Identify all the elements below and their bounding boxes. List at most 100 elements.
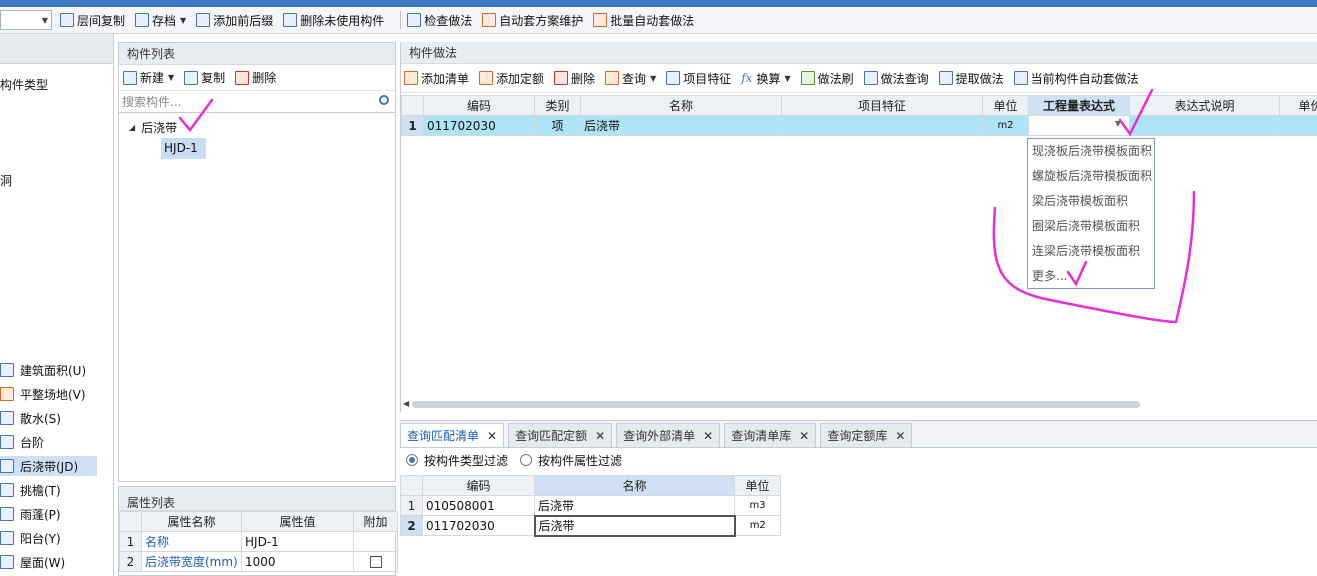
- cell-description[interactable]: [1129, 115, 1280, 136]
- check-method-button[interactable]: 检查做法: [407, 12, 472, 29]
- cell-type[interactable]: 项: [534, 115, 581, 136]
- layer-copy-button[interactable]: 层间复制: [60, 12, 125, 29]
- chevron-down-icon: ▼: [180, 15, 187, 25]
- archive-icon: [135, 13, 150, 27]
- table-row[interactable]: 2 011702030 后浇带 m2: [400, 514, 781, 537]
- sidebar-item-apron[interactable]: 散水(S): [0, 408, 97, 428]
- batch-auto-button[interactable]: 批量自动套做法: [593, 12, 694, 29]
- filter-by-attr-radio[interactable]: [520, 454, 533, 466]
- add-prefix-suffix-button[interactable]: 添加前后缀: [196, 12, 273, 29]
- column-header: 单位: [982, 95, 1029, 116]
- cell-name[interactable]: 后浇带: [534, 495, 735, 516]
- tab-match-quota[interactable]: 查询匹配定额 ✕: [508, 423, 613, 447]
- cell-code[interactable]: 011702030: [423, 115, 535, 136]
- method-brush-button[interactable]: 做法刷: [800, 70, 854, 87]
- chevron-down-icon: ▼: [650, 73, 657, 83]
- dropdown-option[interactable]: 现浇板后浇带模板面积: [1028, 139, 1154, 164]
- add-prefix-suffix-label: 添加前后缀: [213, 13, 274, 28]
- dropdown-option[interactable]: 圈梁后浇带模板面积: [1028, 214, 1154, 239]
- query-button[interactable]: 查询 ▼: [605, 70, 656, 87]
- close-icon[interactable]: ✕: [703, 429, 713, 443]
- sidebar-item-canopy[interactable]: 雨蓬(P): [0, 504, 97, 524]
- check-method-label: 检查做法: [424, 13, 473, 28]
- panel-title: 构件做法: [401, 42, 1317, 64]
- add-bill-button[interactable]: 添加清单: [404, 70, 469, 87]
- floor-select[interactable]: ▼: [0, 10, 52, 30]
- item-feature-button[interactable]: 项目特征: [666, 70, 731, 87]
- filter-by-type-radio[interactable]: [406, 454, 418, 466]
- copy-label: 复制: [201, 71, 226, 85]
- chevron-down-icon[interactable]: ▼: [1115, 119, 1121, 128]
- row-number: 1: [119, 531, 142, 552]
- sidebar-item-leveling[interactable]: 平整场地(V): [0, 384, 97, 404]
- collapse-triangle-icon[interactable]: ◢: [129, 123, 135, 132]
- delete-unused-button[interactable]: 删除未使用构件: [283, 12, 384, 29]
- method-query-icon: [863, 71, 878, 85]
- cell-unit[interactable]: m2: [982, 115, 1029, 136]
- cell-feature[interactable]: [781, 115, 983, 136]
- attr-value[interactable]: 1000: [241, 551, 354, 572]
- method-query-button[interactable]: 做法查询: [863, 70, 929, 87]
- cell-name[interactable]: 后浇带: [580, 115, 782, 136]
- dropdown-option[interactable]: 梁后浇带模板面积: [1028, 189, 1154, 214]
- sidebar-item-roof[interactable]: 屋面(W): [0, 552, 97, 572]
- close-icon[interactable]: ✕: [895, 429, 905, 443]
- cell-price[interactable]: [1279, 115, 1317, 136]
- panel-title: 属性列表: [119, 487, 395, 511]
- tree-item-partial[interactable]: 洞: [0, 172, 12, 189]
- tree-item-post-pour-strip[interactable]: ◢ 后浇带: [129, 119, 177, 136]
- dropdown-option-more[interactable]: 更多...: [1028, 264, 1154, 289]
- attach-checkbox[interactable]: [369, 555, 382, 568]
- attr-value[interactable]: HJD-1: [241, 531, 354, 552]
- current-auto-method-button[interactable]: 当前构件自动套做法: [1013, 70, 1139, 87]
- convert-button[interactable]: fx 换算 ▼: [741, 70, 790, 87]
- close-icon[interactable]: ✕: [487, 429, 497, 443]
- method-delete-button[interactable]: 删除: [554, 70, 595, 87]
- tab-external-bill[interactable]: 查询外部清单 ✕: [616, 423, 721, 447]
- cell-unit[interactable]: m2: [734, 515, 781, 536]
- row-number: 2: [400, 515, 423, 536]
- sidebar-item-label: 后浇带(JD): [20, 459, 79, 474]
- extract-method-label: 提取做法: [955, 71, 1004, 86]
- tab-label: 查询外部清单: [623, 429, 696, 443]
- tab-match-bill[interactable]: 查询匹配清单 ✕: [400, 423, 505, 447]
- cell-unit[interactable]: m3: [734, 495, 781, 516]
- auto-scheme-button[interactable]: 自动套方案维护: [482, 12, 583, 29]
- table-row[interactable]: 1 010508001 后浇带 m3: [400, 495, 781, 516]
- sidebar-item-post-pour-strip[interactable]: 后浇带(JD): [0, 456, 97, 476]
- scroll-left-icon[interactable]: ◀: [403, 399, 409, 408]
- attr-name: 名称: [141, 531, 242, 552]
- archive-button[interactable]: 存档 ▼: [135, 12, 186, 29]
- cell-code[interactable]: 010508001: [422, 495, 535, 516]
- add-quota-button[interactable]: 添加定额: [479, 70, 544, 87]
- cell-name[interactable]: 后浇带: [533, 514, 736, 537]
- table-row[interactable]: 1 名称 HJD-1: [119, 531, 398, 552]
- cell-code[interactable]: 011702030: [422, 515, 535, 536]
- search-input[interactable]: 搜索构件...: [119, 91, 395, 113]
- tab-quota-library[interactable]: 查询定额库 ✕: [820, 423, 913, 447]
- tree-item-hjd-1[interactable]: HJD-1: [161, 138, 206, 159]
- scrollbar-thumb[interactable]: [412, 401, 1140, 408]
- sidebar-item-label: 散水(S): [20, 411, 61, 426]
- horizontal-scrollbar[interactable]: ◀: [403, 399, 1143, 409]
- sidebar-item-area[interactable]: 建筑面积(U): [0, 360, 97, 380]
- table-row[interactable]: 1 011702030 项 后浇带 m2 ▼: [401, 115, 1317, 136]
- delete-button[interactable]: 删除: [235, 69, 276, 86]
- dropdown-option[interactable]: 连梁后浇带模板面积: [1028, 239, 1154, 264]
- sidebar-item-step[interactable]: 台阶: [0, 432, 97, 452]
- dropdown-option[interactable]: 螺旋板后浇带模板面积: [1028, 164, 1154, 189]
- sidebar-item-balcony[interactable]: 阳台(Y): [0, 528, 97, 548]
- attr-attach[interactable]: [353, 551, 398, 572]
- expression-input[interactable]: ▼: [1028, 115, 1130, 136]
- extract-method-button[interactable]: 提取做法: [938, 70, 1004, 87]
- close-icon[interactable]: ✕: [799, 429, 809, 443]
- tab-bill-library[interactable]: 查询清单库 ✕: [724, 423, 817, 447]
- roof-icon: [0, 555, 14, 569]
- search-icon[interactable]: [379, 95, 389, 105]
- table-row[interactable]: 2 后浇带宽度(mm) 1000: [119, 551, 398, 572]
- new-button[interactable]: 新建 ▼: [123, 69, 174, 86]
- close-icon[interactable]: ✕: [595, 429, 605, 443]
- copy-button[interactable]: 复制: [184, 69, 225, 86]
- add-bill-icon: [404, 71, 418, 85]
- sidebar-item-eave[interactable]: 挑檐(T): [0, 480, 97, 500]
